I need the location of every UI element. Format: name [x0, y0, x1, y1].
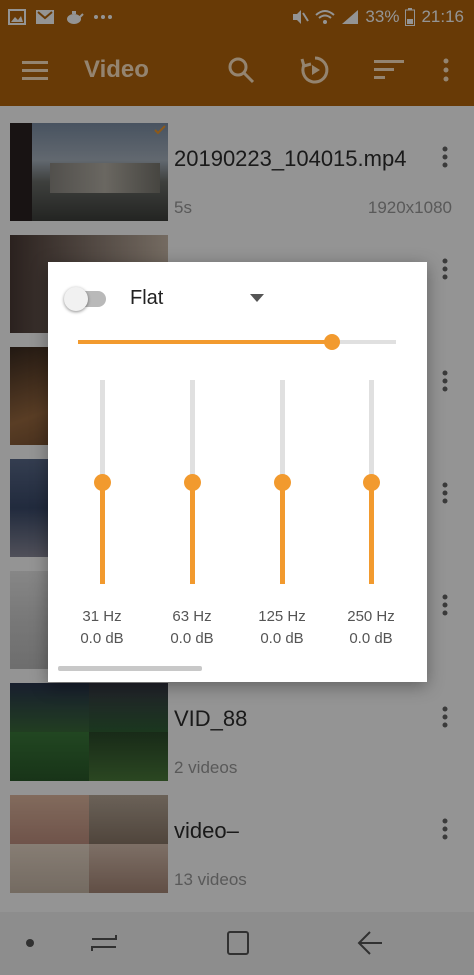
band-knob[interactable]: [94, 474, 111, 491]
equalizer-toggle[interactable]: [64, 287, 106, 311]
band-slider[interactable]: 31 Hz 0.0 dB: [62, 380, 142, 647]
toggle-thumb: [64, 287, 88, 311]
band-gain: 0.0 dB: [260, 630, 304, 647]
band-gain: 0.0 dB: [170, 630, 214, 647]
band-frequency: 250 Hz: [347, 608, 395, 625]
band-gain: 0.0 dB: [349, 630, 393, 647]
band-knob[interactable]: [274, 474, 291, 491]
band-frequency: 125 Hz: [258, 608, 306, 625]
band-slider[interactable]: 250 Hz 0.0 dB: [331, 380, 411, 647]
slider-fill: [78, 340, 333, 344]
band-knob[interactable]: [184, 474, 201, 491]
band-fill: [280, 482, 285, 584]
band-frequency: 31 Hz: [82, 608, 122, 625]
band-gain: 0.0 dB: [80, 630, 124, 647]
dropdown-arrow-icon[interactable]: [250, 294, 264, 302]
band-knob[interactable]: [363, 474, 380, 491]
slider-knob[interactable]: [324, 334, 341, 350]
horizontal-scrollbar[interactable]: [58, 666, 202, 671]
preset-label[interactable]: Flat: [130, 287, 163, 310]
band-slider[interactable]: 63 Hz 0.0 dB: [152, 380, 232, 647]
preamp-slider[interactable]: [78, 332, 396, 352]
band-slider[interactable]: 125 Hz 0.0 dB: [242, 380, 322, 647]
band-fill: [369, 482, 374, 584]
band-fill: [100, 482, 105, 584]
band-fill: [190, 482, 195, 584]
band-frequency: 63 Hz: [172, 608, 212, 625]
equalizer-dialog: Flat 31 Hz 0.0 dB 63 Hz 0.0 dB 125 Hz 0.…: [48, 262, 427, 682]
